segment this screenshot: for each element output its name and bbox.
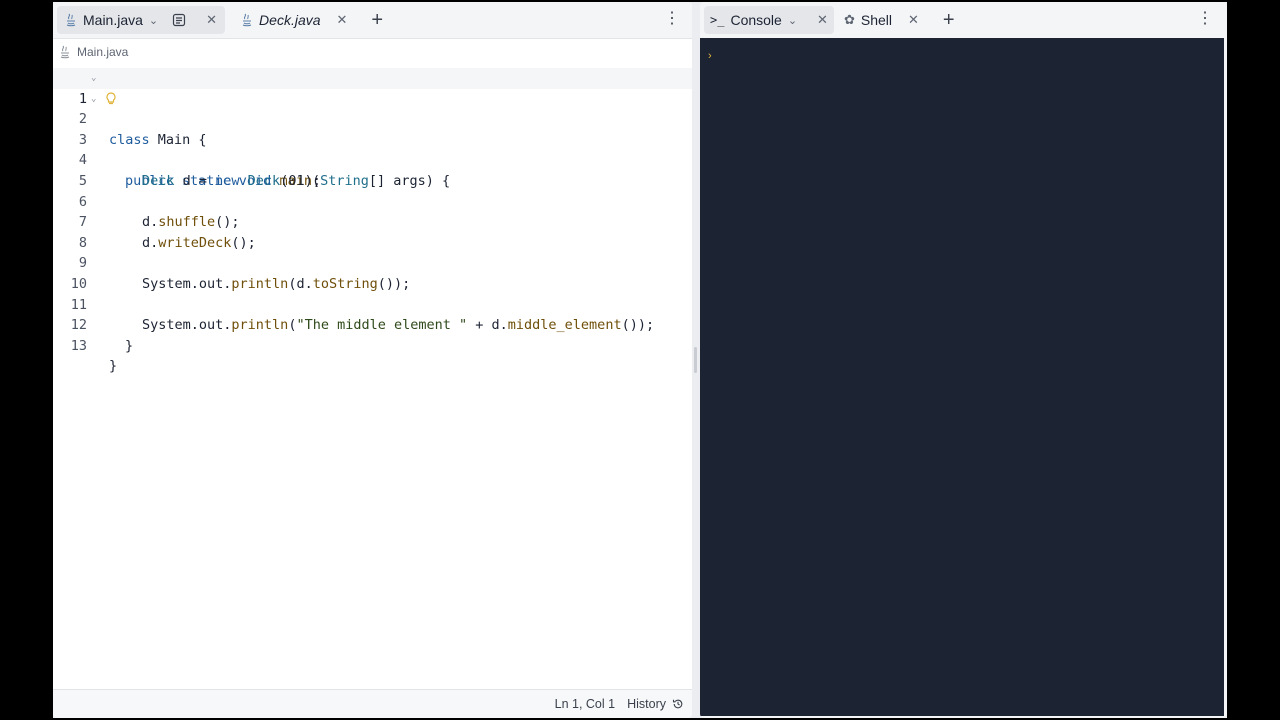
close-tab-icon[interactable]: ✕	[206, 12, 217, 28]
close-tab-icon[interactable]: ✕	[817, 12, 828, 28]
java-file-icon	[66, 13, 76, 27]
code-line[interactable]: 12 }	[53, 295, 692, 354]
tab-label: Deck.java	[259, 12, 321, 28]
new-tab-plus-icon[interactable]: +	[943, 10, 955, 30]
more-options-icon[interactable]: ⋮	[1197, 11, 1213, 27]
fold-chevron-icon[interactable]: ⌄	[91, 68, 96, 89]
tab-label: Main.java	[83, 12, 143, 28]
more-options-icon[interactable]: ⋮	[664, 11, 680, 27]
code-line[interactable]: 11 System.out.println("The middle elemen…	[53, 274, 692, 334]
console-tab-bar: >_ Console ⌄ ✕ ✿ Shell ✕ + ⋮	[700, 2, 1227, 38]
shell-icon: ✿	[843, 12, 855, 27]
tab-console[interactable]: >_ Console ⌄ ✕	[704, 6, 834, 34]
code-line[interactable]: 6 d.shuffle();	[53, 171, 692, 231]
tab-label: Console	[730, 12, 782, 28]
history-icon	[672, 699, 683, 709]
code-editor[interactable]: 1 ⌄ class Main { 2 ⌄ public static void …	[53, 68, 692, 690]
history-button[interactable]: History	[627, 697, 684, 711]
code-line[interactable]: 2 ⌄ public static void main(String[] arg…	[53, 89, 692, 189]
close-tab-icon[interactable]: ✕	[337, 12, 348, 28]
tab-shell[interactable]: ✿ Shell ✕	[838, 6, 925, 34]
fold-chevron-icon[interactable]: ⌄	[91, 89, 96, 110]
code-line[interactable]: 1 ⌄ class Main {	[53, 68, 692, 148]
code-line[interactable]: 9 System.out.println(d.toString());	[53, 233, 692, 292]
close-tab-icon[interactable]: ✕	[908, 12, 919, 28]
pane-resize-handle[interactable]	[694, 347, 697, 373]
code-text: }	[109, 358, 118, 375]
status-bar: Ln 1, Col 1 History	[53, 689, 692, 718]
java-file-icon	[60, 45, 70, 59]
code-line[interactable]: 13 }	[53, 315, 692, 375]
tab-deck-java[interactable]: Deck.java ✕	[233, 6, 355, 34]
code-line[interactable]: 3	[53, 109, 692, 148]
breadcrumb: Main.java	[53, 39, 692, 65]
chevron-down-icon[interactable]: ⌄	[149, 14, 158, 27]
code-text: }	[125, 337, 134, 354]
breadcrumb-file[interactable]: Main.java	[77, 45, 128, 59]
chevron-down-icon[interactable]: ⌄	[788, 14, 797, 27]
console-prompt-caret-icon: ›	[708, 50, 712, 62]
console-pane: >_ Console ⌄ ✕ ✿ Shell ✕ + ⋮ ›	[700, 2, 1227, 718]
code-line[interactable]: 5	[53, 150, 692, 189]
console-output[interactable]: ›	[700, 38, 1224, 716]
code-line[interactable]: 7 d.writeDeck();	[53, 192, 692, 251]
editor-pane: Main.java ⌄ ✕ Deck.java ✕ + ⋮ Main.java …	[53, 2, 692, 718]
new-tab-plus-icon[interactable]: +	[371, 10, 383, 30]
code-line[interactable]: 10	[53, 253, 692, 292]
line-number: 13	[70, 337, 87, 354]
lightbulb-icon[interactable]	[105, 91, 117, 106]
tab-label: Shell	[860, 12, 892, 28]
tab-main-java[interactable]: Main.java ⌄ ✕	[57, 6, 226, 34]
terminal-prompt-icon: >_	[710, 13, 725, 27]
code-line[interactable]: 8	[53, 212, 692, 251]
editor-tab-bar: Main.java ⌄ ✕ Deck.java ✕ + ⋮	[53, 2, 692, 39]
code-line[interactable]: 4 Deck d = new Deck(01);	[53, 130, 692, 189]
cursor-position[interactable]: Ln 1, Col 1	[555, 697, 615, 711]
workspace: Main.java ⌄ ✕ Deck.java ✕ + ⋮ Main.java …	[53, 2, 1227, 718]
document-outline-icon[interactable]	[172, 13, 186, 27]
history-label: History	[627, 697, 666, 711]
java-file-icon	[242, 13, 252, 27]
